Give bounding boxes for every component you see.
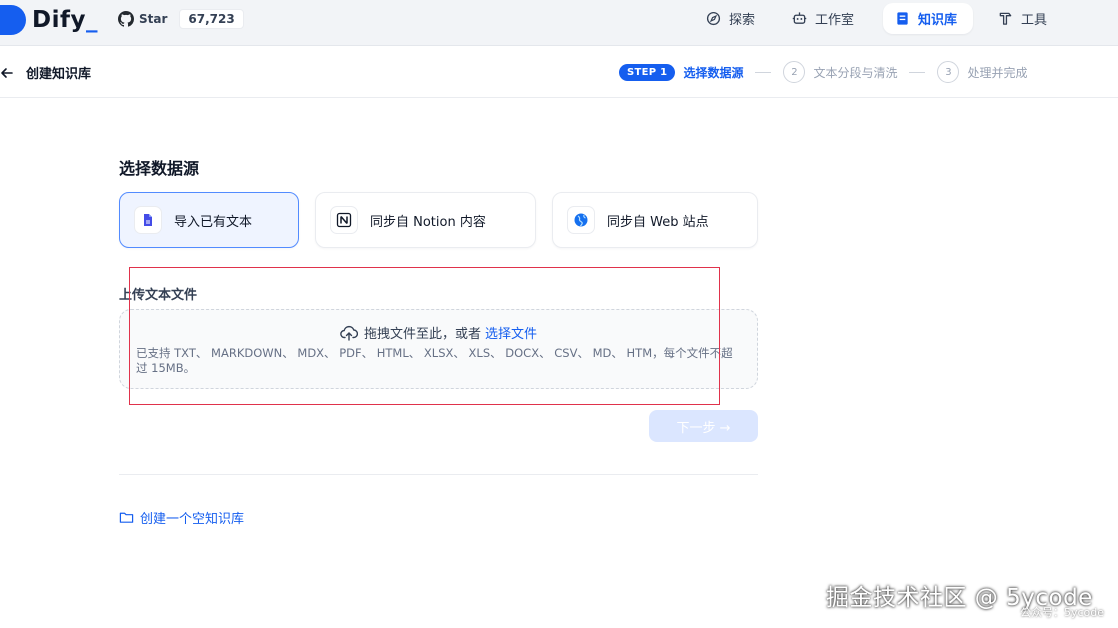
logo[interactable]: Dify_ [0, 3, 98, 37]
source-web-label: 同步自 Web 站点 [607, 214, 709, 230]
compass-icon [706, 11, 721, 26]
step-3-label: 处理并完成 [967, 65, 1028, 80]
github-star-label: Star [139, 12, 168, 26]
logo-mark [0, 5, 26, 35]
divider [119, 474, 758, 475]
back-button[interactable]: 创建知识库 [0, 63, 91, 82]
step-3-number: 3 [937, 61, 960, 83]
next-step-button[interactable]: 下一步 → [649, 410, 758, 442]
step-indicator: STEP 1 选择数据源 2 文本分段与清洗 3 处理并完成 [619, 61, 1027, 83]
robot-icon [792, 12, 807, 24]
book-icon [897, 12, 908, 25]
page-title: 创建知识库 [26, 67, 92, 82]
nav-explore-label: 探索 [729, 13, 756, 28]
step-1-badge: STEP 1 [619, 63, 676, 81]
source-import-file-label: 导入已有文本 [174, 214, 253, 230]
create-empty-dataset-link[interactable]: 创建一个空知识库 [119, 508, 244, 527]
source-web[interactable]: 同步自 Web 站点 [552, 192, 758, 248]
github-icon [118, 11, 134, 27]
step-2-number: 2 [783, 61, 806, 83]
github-star[interactable]: Star 67,723 [118, 7, 244, 31]
hammer-icon [999, 12, 1012, 25]
source-notion-label: 同步自 Notion 内容 [370, 214, 486, 230]
source-import-file[interactable]: 导入已有文本 [119, 192, 299, 248]
section-title: 选择数据源 [119, 159, 200, 178]
top-navbar: Dify_ Star 67,723 探索 工作室 知识库 工具 [0, 0, 1118, 46]
globe-icon [567, 206, 595, 234]
step-1-label: 选择数据源 [683, 65, 744, 80]
create-dataset-header: 创建知识库 STEP 1 选择数据源 2 文本分段与清洗 3 处理并完成 [0, 46, 1118, 98]
arrow-left-icon [1, 67, 13, 78]
annotation-highlight-box [129, 267, 720, 405]
nav-datasets[interactable]: 知识库 [883, 3, 973, 34]
nav-explore[interactable]: 探索 [694, 3, 767, 34]
nav-studio-label: 工作室 [815, 13, 855, 28]
step-divider [755, 71, 772, 73]
github-star-count: 67,723 [179, 9, 244, 29]
create-empty-dataset-label: 创建一个空知识库 [140, 512, 245, 527]
logo-text: Dify [32, 7, 86, 33]
watermark-sub: 公众号：5ycode [1020, 606, 1105, 619]
nav-tools-label: 工具 [1021, 13, 1048, 28]
step-2-label: 文本分段与清洗 [813, 65, 898, 80]
logo-cursor: _ [85, 7, 98, 33]
step-divider [909, 71, 926, 73]
notion-icon [330, 206, 358, 234]
nav-datasets-label: 知识库 [918, 13, 958, 28]
nav-studio[interactable]: 工作室 [780, 3, 866, 34]
nav-tools[interactable]: 工具 [986, 3, 1059, 34]
source-notion[interactable]: 同步自 Notion 内容 [315, 192, 536, 248]
file-text-icon [134, 206, 162, 234]
folder-icon [119, 512, 134, 523]
